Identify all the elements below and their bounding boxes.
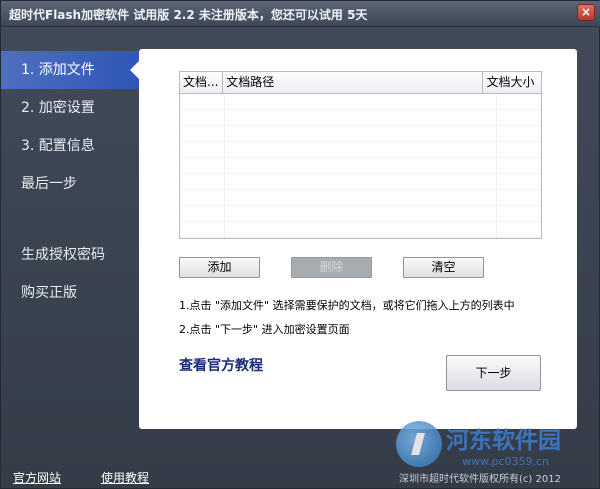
window-title: 超时代Flash加密软件 试用版 2.2 未注册版本，您还可以试用 5天 xyxy=(9,8,368,22)
clear-button[interactable]: 清空 xyxy=(403,257,484,278)
official-site-link[interactable]: 官方网站 xyxy=(13,469,61,486)
next-step-button[interactable]: 下一步 xyxy=(446,355,541,391)
sidebar-item-label: 3. 配置信息 xyxy=(21,138,95,154)
sidebar-item-label: 生成授权密码 xyxy=(21,247,105,263)
table-row xyxy=(180,126,541,142)
usage-tutorial-link[interactable]: 使用教程 xyxy=(101,469,149,486)
table-row xyxy=(180,142,541,158)
column-header-doc-name[interactable]: 文档... xyxy=(180,72,224,93)
official-tutorial-link[interactable]: 查看官方教程 xyxy=(179,355,263,375)
watermark-url: www.pc0359.cn xyxy=(462,455,550,468)
table-header: 文档... 文档路径 文档大小 xyxy=(180,72,541,94)
delete-button[interactable]: 删除 xyxy=(291,257,372,278)
sidebar-item-label: 最后一步 xyxy=(21,176,77,192)
sidebar-item-encryption-settings[interactable]: 2. 加密设置 xyxy=(1,89,139,127)
close-button[interactable]: × xyxy=(577,4,595,21)
table-body[interactable] xyxy=(180,94,541,238)
sidebar-item-label: 2. 加密设置 xyxy=(21,100,95,116)
hint-step-2: 2.点击 "下一步" 进入加密设置页面 xyxy=(179,323,350,336)
active-pointer-icon xyxy=(130,61,139,79)
column-header-doc-path[interactable]: 文档路径 xyxy=(223,72,484,93)
table-row xyxy=(180,110,541,126)
sidebar-item-add-files[interactable]: 1. 添加文件 xyxy=(1,51,139,89)
sidebar-item-generate-license[interactable]: 生成授权密码 xyxy=(1,236,139,274)
sidebar: 1. 添加文件 2. 加密设置 3. 配置信息 最后一步 生成授权密码 购买正版 xyxy=(1,51,139,312)
table-row xyxy=(180,94,541,110)
watermark-logo-icon xyxy=(396,421,442,467)
table-row xyxy=(180,190,541,206)
sidebar-item-label: 购买正版 xyxy=(21,285,77,301)
sidebar-item-final-step[interactable]: 最后一步 xyxy=(1,165,139,203)
watermark: 河东软件园 www.pc0359.cn xyxy=(396,415,596,485)
sidebar-item-buy[interactable]: 购买正版 xyxy=(1,274,139,312)
table-row xyxy=(180,174,541,190)
table-row xyxy=(180,206,541,222)
table-row xyxy=(180,222,541,238)
title-bar[interactable]: 超时代Flash加密软件 试用版 2.2 未注册版本，您还可以试用 5天 × xyxy=(1,1,600,27)
app-window: 超时代Flash加密软件 试用版 2.2 未注册版本，您还可以试用 5天 × 1… xyxy=(0,0,600,489)
watermark-brand: 河东软件园 xyxy=(446,427,561,454)
sidebar-item-label: 1. 添加文件 xyxy=(21,62,95,78)
sidebar-item-config-info[interactable]: 3. 配置信息 xyxy=(1,127,139,165)
hint-step-1: 1.点击 "添加文件" 选择需要保护的文档，或将它们拖入上方的列表中 xyxy=(179,299,515,312)
add-button[interactable]: 添加 xyxy=(179,257,260,278)
main-panel: 文档... 文档路径 文档大小 添加 删除 清空 1.点击 "添加文件" 选择需… xyxy=(139,49,577,429)
table-row xyxy=(180,158,541,174)
file-list-table[interactable]: 文档... 文档路径 文档大小 xyxy=(179,71,542,239)
column-header-doc-size[interactable]: 文档大小 xyxy=(483,72,541,93)
